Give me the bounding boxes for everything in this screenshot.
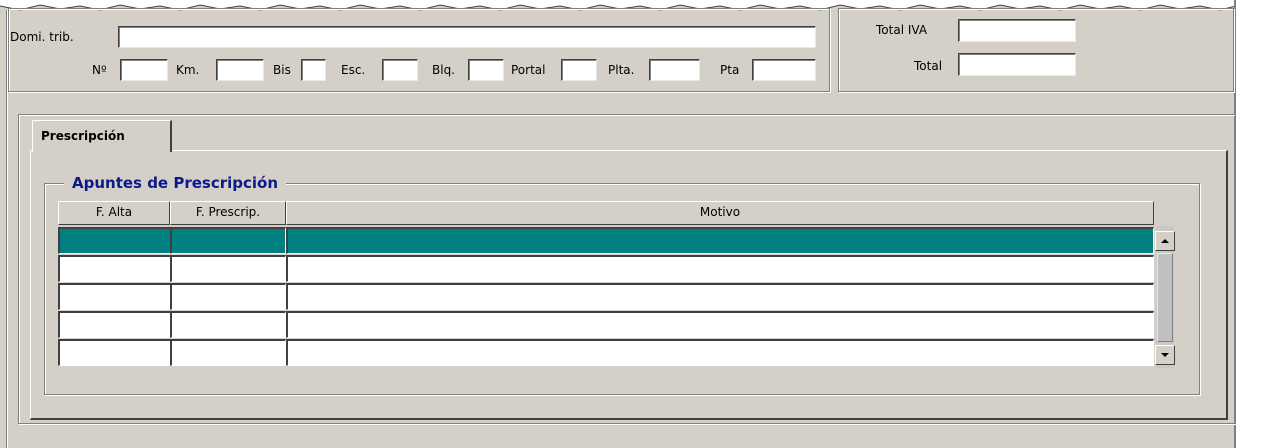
col-header-motivo[interactable]: Motivo bbox=[286, 201, 1154, 225]
total-iva-label: Total IVA bbox=[876, 23, 928, 37]
plta-field[interactable] bbox=[649, 59, 700, 81]
col-header-f-alta[interactable]: F. Alta bbox=[58, 201, 170, 225]
esc-field[interactable] bbox=[382, 59, 418, 81]
esc-label: Esc. bbox=[341, 63, 366, 77]
grid-cell-r2-c0[interactable] bbox=[58, 283, 172, 310]
portal-label: Portal bbox=[511, 63, 546, 77]
bis-label: Bis bbox=[273, 63, 291, 77]
grid-cell-r1-c1[interactable] bbox=[170, 255, 286, 282]
domicilio-field[interactable] bbox=[118, 26, 816, 48]
grid-cell-r1-c0[interactable] bbox=[58, 255, 172, 282]
blq-field[interactable] bbox=[468, 59, 504, 81]
blq-label: Blq. bbox=[432, 63, 455, 77]
grid-cell-r3-c0[interactable] bbox=[58, 311, 172, 338]
pta-label: Pta bbox=[720, 63, 740, 77]
grid-cell-r4-c2[interactable] bbox=[286, 339, 1154, 366]
scroll-thumb[interactable] bbox=[1157, 253, 1173, 342]
total-label: Total bbox=[914, 59, 943, 73]
grid-cell-r0-c2[interactable] bbox=[286, 227, 1154, 254]
grid-cell-r3-c1[interactable] bbox=[170, 311, 286, 338]
total-field[interactable] bbox=[958, 53, 1076, 76]
scroll-up-arrow-icon[interactable] bbox=[1155, 231, 1175, 251]
plta-label: Plta. bbox=[608, 63, 635, 77]
col-header-f-prescrip[interactable]: F. Prescrip. bbox=[170, 201, 286, 225]
grid-cell-r0-c1[interactable] bbox=[170, 227, 286, 254]
pta-field[interactable] bbox=[752, 59, 816, 81]
outside-window-area bbox=[1236, 0, 1278, 448]
total-iva-field[interactable] bbox=[958, 19, 1076, 42]
tab-prescripcion[interactable]: Prescripción bbox=[32, 120, 172, 152]
domicilio-label: Domi. trib. bbox=[10, 30, 74, 44]
grid-cell-r2-c1[interactable] bbox=[170, 283, 286, 310]
km-field[interactable] bbox=[216, 59, 264, 81]
portal-field[interactable] bbox=[561, 59, 597, 81]
numero-label: Nº bbox=[92, 63, 107, 77]
grid-cell-r0-c0[interactable] bbox=[58, 227, 172, 254]
scroll-down-arrow-icon[interactable] bbox=[1155, 345, 1175, 365]
bis-field[interactable] bbox=[301, 59, 326, 81]
grid-cell-r4-c1[interactable] bbox=[170, 339, 286, 366]
grid-cell-r3-c2[interactable] bbox=[286, 311, 1154, 338]
grid-cell-r1-c2[interactable] bbox=[286, 255, 1154, 282]
grid-cell-r2-c2[interactable] bbox=[286, 283, 1154, 310]
km-label: Km. bbox=[176, 63, 200, 77]
numero-field[interactable] bbox=[120, 59, 168, 81]
grid-cell-r4-c0[interactable] bbox=[58, 339, 172, 366]
apuntes-group-title: Apuntes de Prescripción bbox=[64, 174, 287, 192]
